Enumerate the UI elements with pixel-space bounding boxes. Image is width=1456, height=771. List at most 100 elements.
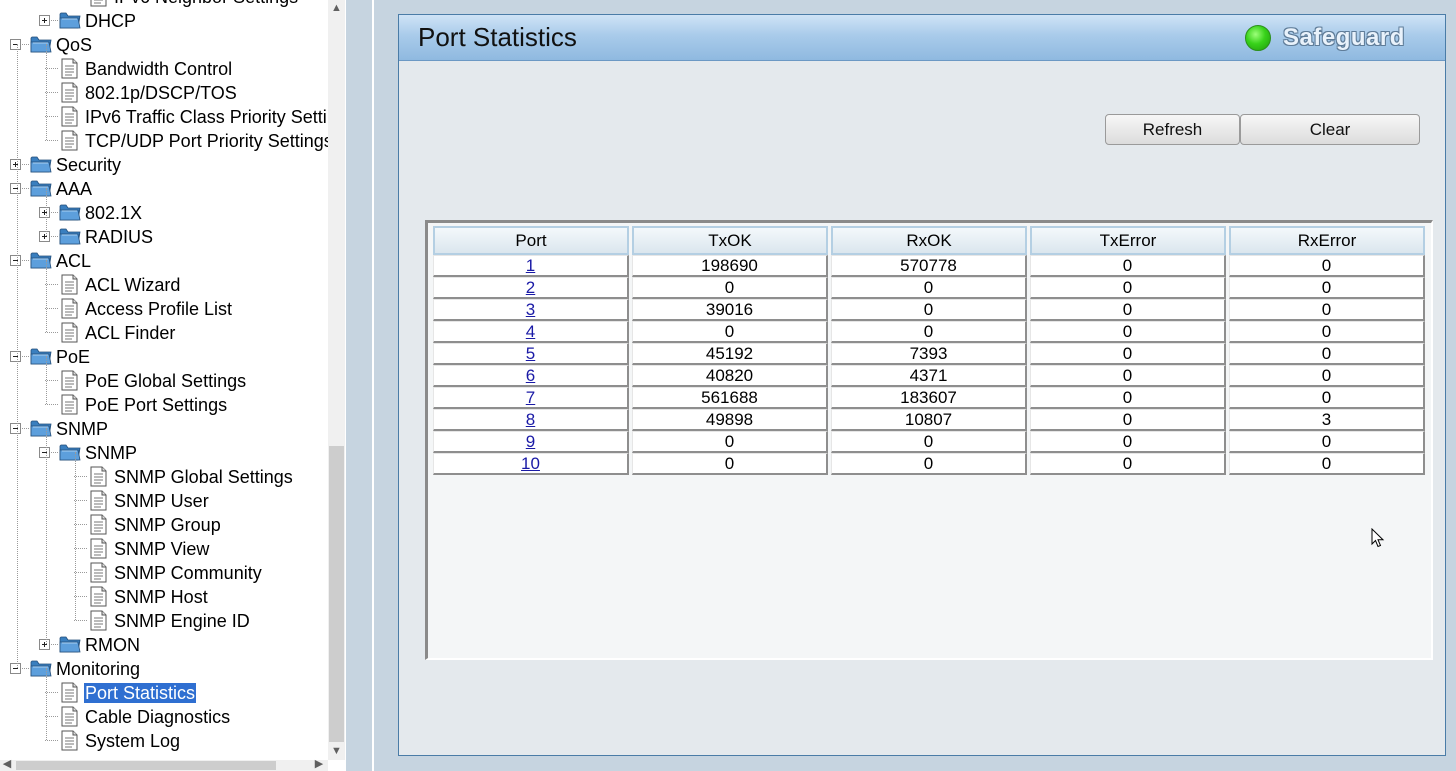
horizontal-scrollbar[interactable]: ◀ ▶ [0, 757, 328, 771]
tree-item-label[interactable]: PoE Port Settings [84, 395, 228, 415]
tree-item-label[interactable]: SNMP Global Settings [113, 467, 294, 487]
vertical-scrollbar[interactable]: ▲ ▼ [328, 0, 345, 760]
tree-item-label[interactable]: SNMP Community [113, 563, 263, 583]
port-link[interactable]: 7 [526, 388, 535, 407]
tree-item-snmp-group[interactable]: SNMP Group [0, 512, 328, 536]
tree-item-label[interactable]: System Log [84, 731, 181, 751]
tree-item-label[interactable]: ACL Finder [84, 323, 176, 343]
tree-item-label[interactable]: IPv6 Traffic Class Priority Setti [84, 107, 328, 127]
tree-item-poe-global-settings[interactable]: PoE Global Settings [0, 368, 328, 392]
tree-item-snmp-view[interactable]: SNMP View [0, 536, 328, 560]
tree-item-security[interactable]: Security [0, 152, 328, 176]
expand-icon[interactable] [10, 159, 21, 170]
tree-item-label[interactable]: Monitoring [55, 659, 141, 679]
tree-item-snmp[interactable]: SNMP [0, 416, 328, 440]
expand-icon[interactable] [39, 639, 50, 650]
tree-item-ipv6-neighbor-settings[interactable]: IPv6 Neighbor Settings [0, 0, 328, 8]
port-link[interactable]: 3 [526, 300, 535, 319]
tree-item-label[interactable]: SNMP Engine ID [113, 611, 251, 631]
tree-item-system-log[interactable]: System Log [0, 728, 328, 752]
table-header-row: Port TxOK RxOK TxError RxError [433, 226, 1425, 255]
collapse-icon[interactable] [10, 663, 21, 674]
tree-item-label[interactable]: AAA [55, 179, 93, 199]
tree-item-label[interactable]: Access Profile List [84, 299, 233, 319]
tree-item-dhcp[interactable]: DHCP [0, 8, 328, 32]
collapse-icon[interactable] [10, 39, 21, 50]
frame-divider[interactable] [346, 0, 376, 771]
tree-item-label[interactable]: SNMP User [113, 491, 210, 511]
tree-item-snmp[interactable]: SNMP [0, 440, 328, 464]
refresh-button[interactable]: Refresh [1105, 114, 1240, 145]
tree-item-port-statistics[interactable]: Port Statistics [0, 680, 328, 704]
port-link[interactable]: 10 [521, 454, 540, 473]
tree-item-label[interactable]: DHCP [84, 11, 137, 31]
tree-item-bandwidth-control[interactable]: Bandwidth Control [0, 56, 328, 80]
tree-item-snmp-host[interactable]: SNMP Host [0, 584, 328, 608]
tree-item-snmp-engine-id[interactable]: SNMP Engine ID [0, 608, 328, 632]
tree-item-label[interactable]: SNMP Host [113, 587, 209, 607]
tree-item-label[interactable]: ACL [55, 251, 92, 271]
tree-item-poe-port-settings[interactable]: PoE Port Settings [0, 392, 328, 416]
clear-button[interactable]: Clear [1240, 114, 1420, 145]
port-link[interactable]: 4 [526, 322, 535, 341]
tree-item-rmon[interactable]: RMON [0, 632, 328, 656]
tree-item-label[interactable]: SNMP View [113, 539, 210, 559]
tree-item-802-1x[interactable]: 802.1X [0, 200, 328, 224]
tree-item-snmp-community[interactable]: SNMP Community [0, 560, 328, 584]
tree-item-ipv6-traffic-class-priority-setti[interactable]: IPv6 Traffic Class Priority Setti [0, 104, 328, 128]
tree-item-label[interactable]: TCP/UDP Port Priority Settings [84, 131, 334, 151]
tree-item-label[interactable]: PoE [55, 347, 91, 367]
tree-item-acl-finder[interactable]: ACL Finder [0, 320, 328, 344]
port-link[interactable]: 6 [526, 366, 535, 385]
tree-item-label[interactable]: SNMP [55, 419, 109, 439]
collapse-icon[interactable] [10, 255, 21, 266]
tree-item-poe[interactable]: PoE [0, 344, 328, 368]
tree-item-aaa[interactable]: AAA [0, 176, 328, 200]
collapse-icon[interactable] [10, 351, 21, 362]
cell-rxerror: 3 [1229, 409, 1425, 431]
tree-item-qos[interactable]: QoS [0, 32, 328, 56]
vertical-scroll-thumb[interactable] [329, 446, 344, 742]
tree-item-label[interactable]: SNMP Group [113, 515, 222, 535]
tree-item-label[interactable]: RMON [84, 635, 141, 655]
tree-item-cable-diagnostics[interactable]: Cable Diagnostics [0, 704, 328, 728]
collapse-icon[interactable] [10, 423, 21, 434]
tree-item-label[interactable]: Port Statistics [84, 683, 197, 703]
scroll-up-arrow-icon[interactable]: ▲ [328, 0, 345, 17]
tree-item-label[interactable]: RADIUS [84, 227, 154, 247]
port-link[interactable]: 2 [526, 278, 535, 297]
tree-item-snmp-global-settings[interactable]: SNMP Global Settings [0, 464, 328, 488]
tree-item-label[interactable]: Security [55, 155, 122, 175]
tree-item-label[interactable]: IPv6 Neighbor Settings [113, 0, 299, 7]
expand-icon[interactable] [39, 231, 50, 242]
tree-item-label[interactable]: ACL Wizard [84, 275, 181, 295]
port-link[interactable]: 8 [526, 410, 535, 429]
horizontal-scroll-thumb[interactable] [16, 761, 276, 770]
expand-icon[interactable] [39, 207, 50, 218]
tree-item-label[interactable]: Cable Diagnostics [84, 707, 231, 727]
tree-item-acl[interactable]: ACL [0, 248, 328, 272]
port-link[interactable]: 9 [526, 432, 535, 451]
port-link[interactable]: 5 [526, 344, 535, 363]
tree-item-snmp-user[interactable]: SNMP User [0, 488, 328, 512]
tree-item-tcp-udp-port-priority-settings[interactable]: TCP/UDP Port Priority Settings [0, 128, 333, 152]
tree-item-802-1p-dscp-tos[interactable]: 802.1p/DSCP/TOS [0, 80, 328, 104]
scroll-down-arrow-icon[interactable]: ▼ [328, 743, 345, 760]
cell-port: 1 [433, 255, 629, 277]
tree-item-label[interactable]: Bandwidth Control [84, 59, 233, 79]
tree-item-acl-wizard[interactable]: ACL Wizard [0, 272, 328, 296]
tree-item-label[interactable]: 802.1p/DSCP/TOS [84, 83, 238, 103]
collapse-icon[interactable] [39, 447, 50, 458]
tree-item-label[interactable]: SNMP [84, 443, 138, 463]
scroll-left-arrow-icon[interactable]: ◀ [0, 757, 14, 771]
collapse-icon[interactable] [10, 183, 21, 194]
tree-item-monitoring[interactable]: Monitoring [0, 656, 328, 680]
tree-item-radius[interactable]: RADIUS [0, 224, 328, 248]
tree-item-label[interactable]: 802.1X [84, 203, 143, 223]
expand-icon[interactable] [39, 15, 50, 26]
tree-item-access-profile-list[interactable]: Access Profile List [0, 296, 328, 320]
tree-item-label[interactable]: PoE Global Settings [84, 371, 247, 391]
tree-item-label[interactable]: QoS [55, 35, 93, 55]
scroll-right-arrow-icon[interactable]: ▶ [312, 757, 326, 771]
port-link[interactable]: 1 [526, 256, 535, 275]
